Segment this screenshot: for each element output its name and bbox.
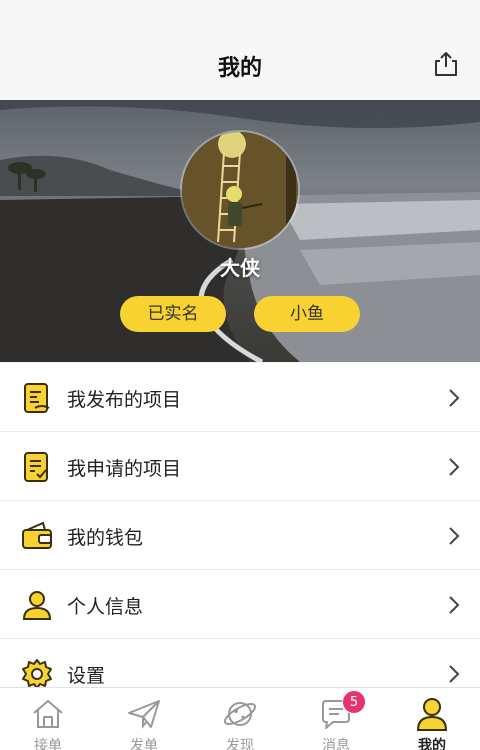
- tab-bar: 接单 发单 发现 5 消息 我的: [0, 687, 480, 750]
- user-icon: [22, 591, 52, 620]
- planet-icon: [223, 702, 257, 726]
- tab-messages[interactable]: 5 消息: [288, 688, 384, 750]
- tab-label: 发单: [130, 738, 158, 750]
- verified-tag: 已实名: [120, 296, 226, 332]
- chevron-right-icon: [449, 665, 460, 683]
- screen: 我的 大侠 已实名 小鱼 我发布的项目 我申请的项目 我的钱包 个人信息 设置 …: [0, 0, 480, 750]
- applied-document-icon: [24, 452, 48, 482]
- avatar[interactable]: [180, 130, 300, 250]
- published-document-icon: [24, 383, 50, 413]
- avatar-image: [182, 132, 298, 248]
- tab-take-orders[interactable]: 接单: [0, 688, 96, 750]
- tab-mine[interactable]: 我的: [384, 688, 480, 750]
- menu-item-label: 我申请的项目: [67, 458, 182, 480]
- chevron-right-icon: [449, 389, 460, 407]
- nav-bar: 我的: [0, 0, 480, 100]
- unread-badge: 5: [342, 690, 366, 714]
- chevron-right-icon: [449, 527, 460, 545]
- nickname: 大侠: [220, 256, 260, 280]
- chevron-right-icon: [449, 596, 460, 614]
- share-icon[interactable]: [432, 50, 460, 78]
- menu-item-personal-info[interactable]: 个人信息: [0, 570, 480, 639]
- menu-list: 我发布的项目 我申请的项目 我的钱包 个人信息 设置: [0, 363, 480, 708]
- tab-label: 接单: [34, 738, 62, 750]
- tab-label: 消息: [322, 738, 350, 750]
- wallet-icon: [22, 521, 52, 549]
- paper-plane-icon: [128, 700, 160, 729]
- chevron-right-icon: [449, 458, 460, 476]
- menu-item-label: 设置: [67, 665, 106, 687]
- menu-item-applied-projects[interactable]: 我申请的项目: [0, 432, 480, 501]
- tab-label: 我的: [418, 738, 446, 750]
- home-icon: [33, 700, 63, 728]
- menu-item-published-projects[interactable]: 我发布的项目: [0, 363, 480, 432]
- page-title: 我的: [217, 56, 262, 81]
- tab-label: 发现: [226, 738, 254, 750]
- profile-banner: 大侠 已实名 小鱼: [0, 100, 480, 362]
- tab-discover[interactable]: 发现: [192, 688, 288, 750]
- profile-icon: [416, 698, 448, 731]
- menu-item-wallet[interactable]: 我的钱包: [0, 501, 480, 570]
- level-tag: 小鱼: [254, 296, 360, 332]
- menu-item-label: 我发布的项目: [67, 389, 182, 411]
- gear-icon: [22, 659, 52, 689]
- menu-item-label: 我的钱包: [67, 527, 144, 549]
- menu-item-label: 个人信息: [67, 596, 144, 618]
- tab-post-order[interactable]: 发单: [96, 688, 192, 750]
